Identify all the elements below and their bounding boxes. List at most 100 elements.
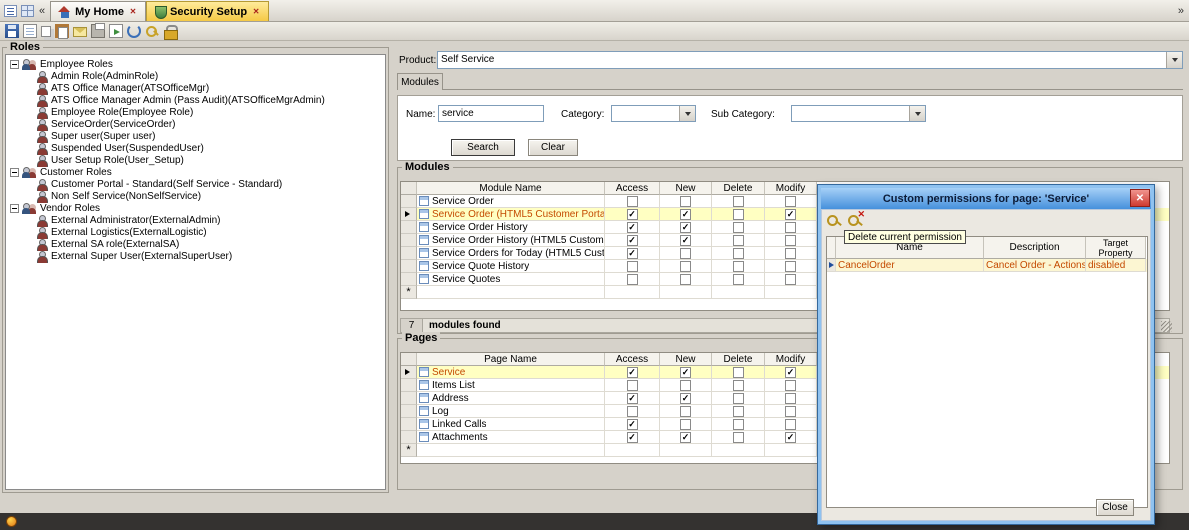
access-checkbox[interactable] — [626, 431, 638, 443]
new-checkbox[interactable] — [680, 195, 691, 207]
modify-checkbox[interactable] — [785, 195, 796, 207]
delete-checkbox[interactable] — [732, 431, 744, 443]
column-header-description[interactable]: Description — [984, 237, 1086, 259]
row-selector[interactable] — [401, 221, 417, 234]
tab-my-home[interactable]: My Home — [50, 1, 147, 21]
new-checkbox[interactable] — [680, 247, 691, 259]
menu-icon[interactable] — [4, 5, 17, 17]
delete-checkbox[interactable] — [732, 392, 744, 404]
tree-item[interactable]: External SA role(ExternalSA) — [6, 238, 385, 251]
column-header-delete[interactable]: Delete — [712, 182, 765, 195]
new-checkbox[interactable] — [680, 234, 691, 246]
modify-checkbox[interactable] — [785, 208, 796, 220]
new-checkbox[interactable] — [680, 208, 691, 220]
access-checkbox[interactable] — [626, 208, 638, 220]
tree-item[interactable]: Admin Role(AdminRole) — [6, 70, 385, 83]
row-selector[interactable] — [401, 418, 417, 431]
row-selector[interactable] — [401, 247, 417, 260]
delete-checkbox[interactable] — [732, 273, 744, 285]
modify-checkbox[interactable] — [785, 405, 796, 417]
delete-checkbox[interactable] — [732, 234, 744, 246]
dialog-titlebar[interactable]: Custom permissions for page: 'Service' — [821, 188, 1151, 209]
key-icon[interactable] — [145, 24, 159, 38]
close-tab-icon[interactable] — [128, 7, 138, 17]
access-checkbox[interactable] — [626, 247, 638, 259]
collapse-icon[interactable] — [10, 167, 19, 177]
tree-item[interactable]: External Administrator(ExternalAdmin) — [6, 214, 385, 227]
delete-checkbox[interactable] — [732, 247, 744, 259]
tree-item[interactable]: Super user(Super user) — [6, 130, 385, 143]
subcategory-select[interactable] — [791, 105, 926, 122]
modify-checkbox[interactable] — [785, 431, 796, 443]
column-header-module-name[interactable]: Module Name — [417, 182, 605, 195]
column-header-new[interactable]: New — [660, 182, 712, 195]
tree-item[interactable]: ServiceOrder(ServiceOrder) — [6, 118, 385, 131]
column-header-new[interactable]: New — [660, 353, 712, 366]
delete-checkbox[interactable] — [732, 195, 744, 207]
row-selector[interactable] — [401, 431, 417, 444]
access-checkbox[interactable] — [626, 366, 638, 378]
delete-checkbox[interactable] — [732, 221, 744, 233]
name-input[interactable] — [438, 105, 544, 122]
collapse-icon[interactable] — [10, 203, 19, 213]
column-header-access[interactable]: Access — [605, 182, 660, 195]
resize-grip[interactable] — [1161, 321, 1172, 332]
new-document-icon[interactable] — [23, 24, 37, 38]
new-checkbox[interactable] — [680, 431, 691, 443]
modify-checkbox[interactable] — [785, 273, 796, 285]
tree-item[interactable]: External Super User(ExternalSuperUser) — [6, 250, 385, 263]
access-checkbox[interactable] — [626, 418, 638, 430]
scroll-tabs-left-icon[interactable] — [38, 5, 46, 17]
row-selector[interactable] — [401, 405, 417, 418]
access-checkbox[interactable] — [626, 392, 638, 404]
row-selector[interactable] — [401, 366, 417, 379]
product-select[interactable]: Self Service — [437, 51, 1183, 69]
delete-checkbox[interactable] — [732, 405, 744, 417]
print-icon[interactable] — [91, 23, 105, 38]
add-permission-icon[interactable] — [826, 212, 843, 228]
scroll-tabs-right-icon[interactable] — [1177, 5, 1185, 17]
refresh-icon[interactable] — [127, 24, 141, 38]
column-header-target-property[interactable]: Target Property — [1086, 237, 1146, 259]
modify-checkbox[interactable] — [785, 418, 796, 430]
tree-item[interactable]: ATS Office Manager(ATSOfficeMgr) — [6, 82, 385, 95]
column-header-page-name[interactable]: Page Name — [417, 353, 605, 366]
new-checkbox[interactable] — [680, 366, 691, 378]
row-selector[interactable] — [401, 392, 417, 405]
column-header-modify[interactable]: Modify — [765, 182, 817, 195]
tree-group-employee-roles[interactable]: Employee Roles — [6, 58, 385, 70]
access-checkbox[interactable] — [626, 405, 638, 417]
row-selector[interactable] — [401, 208, 417, 221]
access-checkbox[interactable] — [626, 273, 638, 285]
tree-group-customer-roles[interactable]: Customer Roles — [6, 166, 385, 178]
new-checkbox[interactable] — [680, 260, 691, 272]
tree-group-vendor-roles[interactable]: Vendor Roles — [6, 202, 385, 214]
collapse-icon[interactable] — [10, 59, 19, 69]
column-header-access[interactable]: Access — [605, 353, 660, 366]
modify-checkbox[interactable] — [785, 366, 796, 378]
tree-item[interactable]: Employee Role(Employee Role) — [6, 106, 385, 119]
delete-checkbox[interactable] — [732, 208, 744, 220]
dropdown-arrow-icon[interactable] — [679, 106, 695, 121]
close-tab-icon[interactable] — [251, 7, 261, 17]
new-checkbox[interactable] — [680, 273, 691, 285]
row-selector[interactable] — [827, 259, 836, 272]
row-selector[interactable] — [401, 273, 417, 286]
clear-button[interactable]: Clear — [528, 139, 578, 156]
tab-modules[interactable]: Modules — [397, 73, 443, 90]
delete-checkbox[interactable] — [732, 260, 744, 272]
new-checkbox[interactable] — [680, 221, 691, 233]
new-checkbox[interactable] — [680, 392, 691, 404]
access-checkbox[interactable] — [626, 195, 638, 207]
modify-checkbox[interactable] — [785, 260, 796, 272]
save-icon[interactable] — [5, 24, 19, 38]
dialog-close-button[interactable]: Close — [1096, 499, 1134, 516]
lock-icon[interactable] — [163, 24, 178, 40]
column-header-modify[interactable]: Modify — [765, 353, 817, 366]
delete-checkbox[interactable] — [732, 366, 744, 378]
modify-checkbox[interactable] — [785, 247, 796, 259]
search-button[interactable]: Search — [451, 139, 515, 156]
notification-icon[interactable] — [6, 516, 17, 527]
delete-checkbox[interactable] — [732, 379, 744, 391]
dialog-close-icon[interactable] — [1130, 189, 1150, 207]
